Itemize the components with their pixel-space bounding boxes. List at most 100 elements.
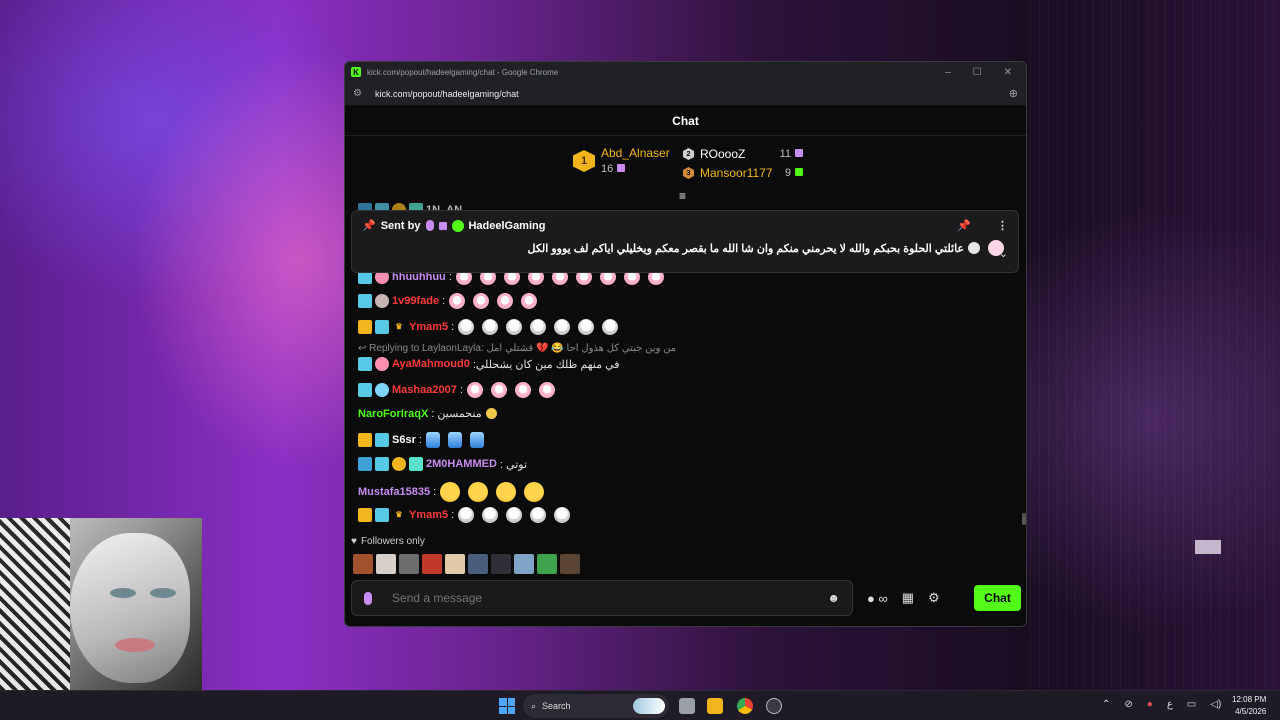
settings-icon[interactable]: ⚙ xyxy=(928,590,940,606)
site-settings-icon[interactable]: ⚙ xyxy=(353,88,367,99)
og-badge-icon xyxy=(358,294,372,308)
reply-context[interactable]: ↩ Replying to LaylaonLayla: من وين جبتي … xyxy=(358,343,676,354)
file-explorer-icon[interactable] xyxy=(707,698,723,714)
unpin-icon[interactable]: 📌 xyxy=(957,219,971,232)
background-light xyxy=(1195,540,1221,554)
chat-username[interactable]: Ymam5 xyxy=(409,321,448,333)
url-text[interactable]: kick.com/popout/hadeelgaming/chat xyxy=(375,89,1009,99)
chat-username[interactable]: AyaMahmoud0 xyxy=(392,358,470,370)
emote-icon xyxy=(506,319,523,335)
chrome-window: K kick.com/popout/hadeelgaming/chat - Go… xyxy=(344,61,1027,627)
followers-only-label: Followers only xyxy=(360,536,425,547)
og-badge-icon xyxy=(375,508,389,522)
chat-username[interactable]: Mustafa15835 xyxy=(358,486,430,498)
search-label: Search xyxy=(542,701,571,711)
mic-tray-icon[interactable]: ● xyxy=(1147,699,1153,710)
emote-icon xyxy=(490,382,507,398)
emote-icon xyxy=(521,293,538,309)
chat-username[interactable]: 2M0HAMMED xyxy=(426,458,497,470)
volume-icon[interactable]: ◁) xyxy=(1210,699,1221,710)
close-icon[interactable]: ✕ xyxy=(1004,67,1012,78)
og-badge-icon xyxy=(358,383,372,397)
avatar[interactable] xyxy=(514,554,534,574)
verified-icon xyxy=(452,219,465,232)
avatar[interactable] xyxy=(491,554,511,574)
display-icon[interactable]: ▭ xyxy=(1187,699,1196,710)
chat-text: :في منهم ظلك مين كان يشحللي xyxy=(472,358,620,371)
maximize-icon[interactable]: ☐ xyxy=(973,67,982,78)
emote-icon xyxy=(482,319,499,335)
webcam-eye xyxy=(150,588,176,598)
pinned-text: عائلتي الحلوة بحبكم والله لا يحرمني منكم… xyxy=(527,242,964,255)
avatar[interactable] xyxy=(376,554,396,574)
laugh-emoji-icon xyxy=(524,482,545,502)
more-options-icon[interactable]: ⋮ xyxy=(997,219,1008,232)
taskbar-clock[interactable]: 12:08 PM 4/5/2026 xyxy=(1232,694,1266,718)
emote-icon xyxy=(506,507,523,523)
chevron-up-icon[interactable]: ⌃ xyxy=(1102,699,1110,710)
leaderboard-first[interactable]: 1 Abd_Alnaser 16 xyxy=(573,146,670,175)
chat-header: Chat xyxy=(345,106,1026,136)
store-icon[interactable]: ▦ xyxy=(902,590,914,606)
chat-text: : توتي xyxy=(499,458,528,471)
chat-text: : منحمسين xyxy=(431,408,482,420)
leaderboard-second[interactable]: 2 ROoooZ 11 xyxy=(683,147,803,161)
rank-3-icon: 3 xyxy=(683,167,694,179)
pinned-message: 📌 Sent by HadeelGaming 📌 ⋮ عائلتي الحلوة… xyxy=(351,210,1019,273)
chat-username[interactable]: S6sr xyxy=(392,434,416,446)
pinned-author[interactable]: HadeelGaming xyxy=(468,220,545,232)
emoji-picker-icon[interactable]: ☻ xyxy=(827,591,840,605)
avatar[interactable] xyxy=(353,554,373,574)
avatar[interactable] xyxy=(560,554,580,574)
avatar[interactable] xyxy=(422,554,442,574)
chat-username[interactable]: NaroForIraqX xyxy=(358,408,428,420)
gift-icon xyxy=(795,149,803,157)
message-box: ☻ xyxy=(351,580,853,616)
leaderboard-name: Mansoor1177 xyxy=(700,166,773,180)
taskbar-search[interactable]: ⌕ Search xyxy=(523,694,669,718)
emote-icon xyxy=(466,382,483,398)
emote-icon xyxy=(425,432,440,448)
og-badge-icon xyxy=(375,457,389,471)
clock-date: 4/5/2026 xyxy=(1235,707,1267,716)
chrome-icon[interactable] xyxy=(737,698,753,714)
language-indicator[interactable]: ع xyxy=(1167,699,1173,710)
rank-2-icon: 2 xyxy=(683,148,694,160)
task-view-icon[interactable] xyxy=(679,698,695,714)
avatar[interactable] xyxy=(537,554,557,574)
windows-start-icon[interactable] xyxy=(499,698,515,714)
title-bar: K kick.com/popout/hadeelgaming/chat - Go… xyxy=(345,62,1026,82)
zoom-icon[interactable]: ⊕ xyxy=(1009,87,1018,100)
leaderboard-count: 11 xyxy=(779,148,791,160)
chat-username[interactable]: Ymam5 xyxy=(409,509,448,521)
heart-badge-icon xyxy=(375,383,389,397)
avatar[interactable] xyxy=(468,554,488,574)
emote-icon xyxy=(482,507,499,523)
chat-username[interactable]: 1v99fade xyxy=(392,295,439,307)
chat-username[interactable]: Mashaa2007 xyxy=(392,384,457,396)
avatar[interactable] xyxy=(445,554,465,574)
points-icon[interactable]: ● ∞ xyxy=(867,591,888,606)
chat-scrollbar[interactable] xyxy=(1022,513,1026,525)
chat-text: : xyxy=(459,384,463,396)
leaderboard-third[interactable]: 3 Mansoor1177 9 xyxy=(683,166,803,180)
laugh-emoji-icon xyxy=(496,482,517,502)
crown-badge-icon xyxy=(358,433,372,447)
network-off-icon[interactable]: ⊘ xyxy=(1124,699,1132,710)
message-input[interactable] xyxy=(392,591,828,605)
address-bar: ⚙ kick.com/popout/hadeelgaming/chat ⊕ xyxy=(345,82,1026,106)
emote-icon xyxy=(449,293,466,309)
mic-icon[interactable] xyxy=(364,591,372,605)
avatar[interactable] xyxy=(399,554,419,574)
laugh-emoji-icon xyxy=(440,482,461,502)
minimize-icon[interactable]: – xyxy=(945,67,951,78)
send-chat-button[interactable]: Chat xyxy=(974,585,1021,611)
webcam-overlay xyxy=(0,518,202,690)
background-rain xyxy=(1030,0,1280,690)
sub-badge-icon xyxy=(392,457,406,471)
chevron-down-icon[interactable]: ⌄ xyxy=(999,247,1008,260)
emote-icon xyxy=(554,507,571,523)
clap-emoji-icon xyxy=(485,408,497,419)
app-icon[interactable] xyxy=(766,698,782,714)
leaderboard-count: 16 xyxy=(601,163,614,175)
